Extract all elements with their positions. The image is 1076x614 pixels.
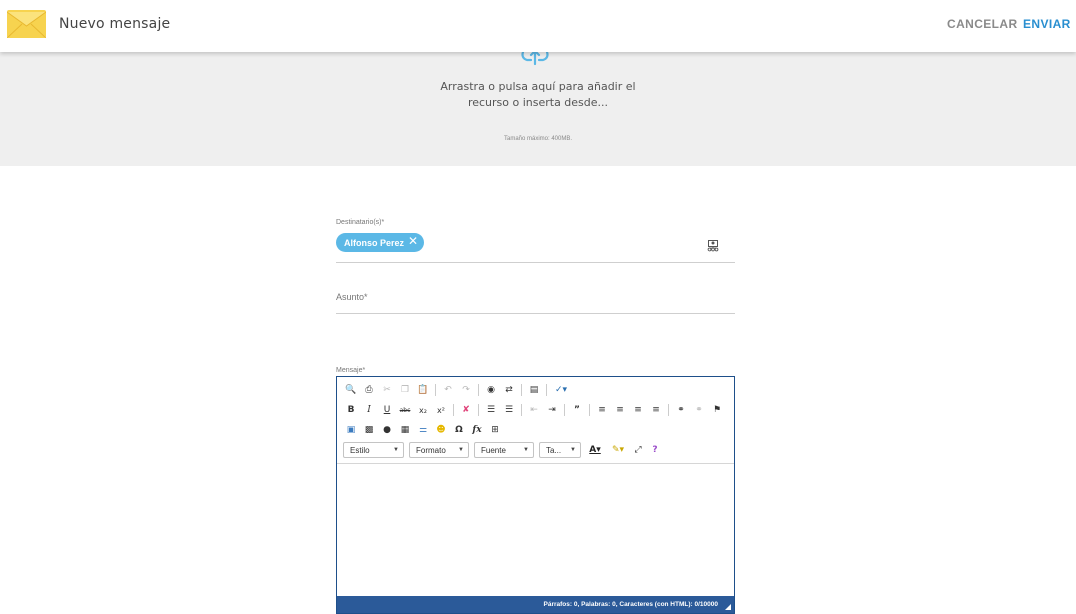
underline-icon[interactable]: U [381, 404, 393, 416]
indent-icon[interactable]: ⇥ [546, 404, 558, 416]
max-size-note: Tamaño máximo: 400MB. [503, 136, 573, 142]
subject-field-underline[interactable] [336, 313, 735, 314]
header: Nuevo mensaje CANCELAR ENVIAR [0, 0, 1076, 52]
recipients-label: Destinatario(s)* [336, 219, 385, 226]
preview-icon[interactable]: 🔍 [345, 384, 357, 396]
editor-content-area[interactable] [337, 464, 734, 597]
dropzone-line-2: recurso o inserta desde... [467, 96, 609, 109]
toolbar-row-1: 🔍 ⎙ ✂ ❐ 📋 ↶ ↷ ◉ ⇄ ▤ ✓▾ [345, 382, 569, 398]
table-icon[interactable]: ▦ [399, 424, 411, 436]
message-label: Mensaje* [336, 367, 366, 374]
anchor-flag-icon[interactable]: ⚑ [711, 404, 723, 416]
toolbar-separator [521, 404, 522, 416]
close-icon[interactable]: ✕ [408, 234, 418, 248]
insert-grid-icon[interactable]: ⊞ [489, 424, 501, 436]
page-title: Nuevo mensaje [59, 16, 171, 32]
horizontal-rule-icon[interactable]: ⚌ [417, 424, 429, 436]
resize-handle-icon[interactable] [725, 604, 731, 610]
chevron-down-icon: ▼ [393, 447, 399, 453]
toolbar-row-4: Estilo ▼ Formato ▼ Fuente ▼ Ta... ▼ A▾ ✎… [343, 441, 661, 459]
toolbar-row-3: ▣ ▩ ● ▦ ⚌ ☻ Ω fx ⊞ [345, 422, 501, 438]
redo-icon[interactable]: ↷ [460, 384, 472, 396]
envelope-icon [7, 10, 46, 38]
address-book-icon[interactable] [707, 240, 719, 253]
cloud-upload-icon [521, 50, 549, 66]
align-justify-icon[interactable]: ≡ [650, 404, 662, 416]
numbered-list-icon[interactable]: ☰ [485, 404, 497, 416]
special-char-icon[interactable]: Ω [453, 424, 465, 436]
editor-word-count: Párrafos: 0, Palabras: 0, Caracteres (co… [543, 601, 719, 608]
send-button[interactable]: ENVIAR [1023, 17, 1071, 31]
recipients-field-underline[interactable] [336, 262, 735, 263]
rich-text-editor: 🔍 ⎙ ✂ ❐ 📋 ↶ ↷ ◉ ⇄ ▤ ✓▾ B I U abc x₂ x² ✘ [336, 376, 735, 614]
blockquote-icon[interactable]: ” [571, 404, 583, 416]
help-icon[interactable]: ? [649, 444, 661, 456]
toolbar-separator [546, 384, 547, 396]
background-color-icon[interactable]: ✎▾ [609, 444, 627, 456]
size-select[interactable]: Ta... ▼ [539, 442, 581, 458]
strikethrough-icon[interactable]: abc [399, 404, 411, 416]
toolbar-separator [521, 384, 522, 396]
dropzone-line-1: Arrastra o pulsa aquí para añadir el [440, 80, 636, 93]
format-select[interactable]: Formato ▼ [409, 442, 469, 458]
undo-icon[interactable]: ↶ [442, 384, 454, 396]
smiley-icon[interactable]: ☻ [435, 424, 447, 436]
maximize-icon[interactable]: ⤢ [632, 444, 644, 456]
toolbar-separator [589, 404, 590, 416]
subscript-icon[interactable]: x₂ [417, 404, 429, 416]
print-icon[interactable]: ⎙ [363, 384, 375, 396]
align-right-icon[interactable]: ≡ [632, 404, 644, 416]
subject-field-placeholder[interactable]: Asunto* [336, 292, 368, 302]
spellcheck-icon[interactable]: ✓▾ [553, 384, 569, 396]
recipient-chip-name: Alfonso Perez [344, 238, 405, 248]
align-center-icon[interactable]: ≡ [614, 404, 626, 416]
dropzone-instructions: Arrastra o pulsa aquí para añadir el rec… [0, 79, 1076, 111]
media-icon[interactable]: ▩ [363, 424, 375, 436]
toolbar-separator [564, 404, 565, 416]
cancel-button[interactable]: CANCELAR [947, 17, 1018, 31]
style-select-label: Estilo [350, 445, 370, 455]
find-icon[interactable]: ◉ [485, 384, 497, 396]
chevron-down-icon: ▼ [523, 447, 529, 453]
formula-icon[interactable]: fx [471, 424, 483, 436]
toolbar-separator [668, 404, 669, 416]
toolbar-separator [453, 404, 454, 416]
cut-icon[interactable]: ✂ [381, 384, 393, 396]
flash-icon[interactable]: ● [381, 424, 393, 436]
link-icon[interactable]: ⚭ [675, 404, 687, 416]
editor-statusbar: Párrafos: 0, Palabras: 0, Caracteres (co… [337, 596, 734, 613]
italic-icon[interactable]: I [363, 404, 375, 416]
file-dropzone[interactable]: Arrastra o pulsa aquí para añadir el rec… [0, 50, 1076, 166]
bulleted-list-icon[interactable]: ☰ [503, 404, 515, 416]
toolbar-separator [478, 404, 479, 416]
font-select[interactable]: Fuente ▼ [474, 442, 534, 458]
unlink-icon[interactable]: ⚭ [693, 404, 705, 416]
toolbar-separator [435, 384, 436, 396]
toolbar-row-2: B I U abc x₂ x² ✘ ☰ ☰ ⇤ ⇥ ” ≡ ≡ ≡ ≡ ⚭ ⚭ … [345, 402, 723, 418]
copy-icon[interactable]: ❐ [399, 384, 411, 396]
align-left-icon[interactable]: ≡ [596, 404, 608, 416]
editor-toolbar: 🔍 ⎙ ✂ ❐ 📋 ↶ ↷ ◉ ⇄ ▤ ✓▾ B I U abc x₂ x² ✘ [337, 377, 734, 463]
outdent-icon[interactable]: ⇤ [528, 404, 540, 416]
size-select-label: Ta... [546, 445, 562, 455]
recipient-chip[interactable]: Alfonso Perez ✕ [336, 233, 424, 252]
bold-icon[interactable]: B [345, 404, 357, 416]
format-select-label: Formato [416, 445, 446, 455]
chevron-down-icon: ▼ [458, 447, 464, 453]
select-all-icon[interactable]: ▤ [528, 384, 540, 396]
text-color-icon[interactable]: A▾ [586, 444, 604, 456]
font-select-label: Fuente [481, 445, 506, 455]
image-icon[interactable]: ▣ [345, 424, 357, 436]
style-select[interactable]: Estilo ▼ [343, 442, 404, 458]
chevron-down-icon: ▼ [570, 447, 576, 453]
toolbar-separator [478, 384, 479, 396]
replace-icon[interactable]: ⇄ [503, 384, 515, 396]
superscript-icon[interactable]: x² [435, 404, 447, 416]
remove-format-icon[interactable]: ✘ [460, 404, 472, 416]
paste-icon[interactable]: 📋 [417, 384, 429, 396]
